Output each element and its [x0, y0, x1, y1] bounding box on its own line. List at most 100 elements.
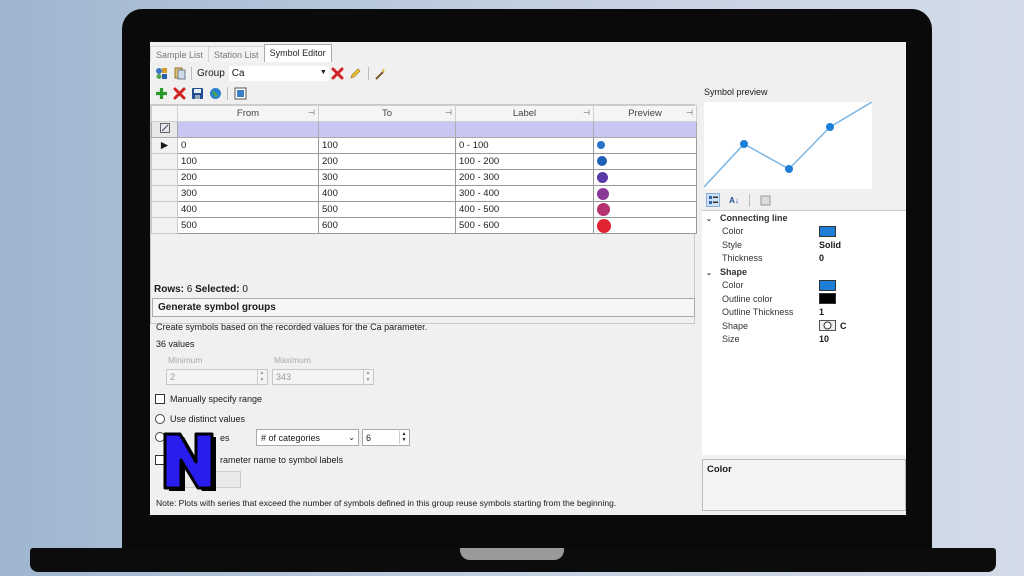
cell-label[interactable]: 300 - 400 — [455, 185, 594, 202]
cell-preview[interactable] — [593, 217, 697, 234]
group-select[interactable]: Ca ▼ — [228, 65, 329, 81]
column-header-preview[interactable]: Preview ⊣ — [593, 105, 697, 122]
cell-label[interactable]: 200 - 300 — [455, 169, 594, 186]
cell-to[interactable]: 300 — [318, 169, 456, 186]
property-value[interactable]: 10 — [819, 334, 829, 344]
category-connecting-line[interactable]: ⌄ Connecting line — [702, 211, 906, 225]
cell-preview[interactable] — [593, 201, 697, 218]
pin-icon[interactable]: ⊣ — [583, 108, 590, 117]
table-row[interactable]: ▶ 0 100 0 - 100 — [151, 137, 697, 154]
property-row-line-color[interactable]: Color — [702, 225, 906, 239]
filter-row — [151, 121, 697, 138]
filter-row-header[interactable] — [151, 121, 178, 138]
filter-cell-to[interactable] — [318, 121, 456, 138]
categories-count-spinner[interactable]: 6 ▲ ▼ — [362, 429, 410, 446]
cell-label[interactable]: 0 - 100 — [455, 137, 594, 154]
property-value[interactable]: C — [840, 321, 847, 331]
table-row[interactable]: 300 400 300 - 400 — [151, 185, 697, 202]
magic-wand-icon[interactable] — [374, 66, 388, 80]
color-swatch-shape[interactable] — [819, 279, 836, 291]
categories-select[interactable]: # of categories ⌄ — [256, 429, 359, 446]
delete-group-icon[interactable] — [331, 66, 345, 80]
current-row-indicator-icon: ▶ — [151, 137, 178, 154]
property-description: Color — [702, 459, 906, 511]
cell-preview[interactable] — [593, 169, 697, 186]
property-pages-icon[interactable] — [758, 193, 772, 207]
maximum-spinner[interactable]: 343 ▲ ▼ — [272, 369, 374, 385]
preview-symbol-point — [785, 165, 793, 173]
filter-cell-label[interactable] — [455, 121, 594, 138]
generate-header[interactable]: Generate symbol groups — [152, 298, 695, 317]
spinner-arrows-icon[interactable]: ▲ ▼ — [363, 370, 372, 384]
property-row-style[interactable]: Style Solid — [702, 238, 906, 252]
cell-label[interactable]: 500 - 600 — [455, 217, 594, 234]
add-icon[interactable] — [154, 86, 168, 100]
spinner-arrows-icon[interactable]: ▲ ▼ — [399, 431, 408, 444]
filter-cell-preview[interactable] — [593, 121, 697, 138]
chevron-down-icon[interactable]: ⌄ — [706, 215, 720, 223]
distinct-values-radio[interactable] — [155, 414, 165, 424]
filter-cell-from[interactable] — [177, 121, 319, 138]
color-swatch-outline[interactable] — [819, 293, 836, 305]
cell-from[interactable]: 500 — [177, 217, 319, 234]
property-row-shape[interactable]: Shape C — [702, 319, 906, 333]
cell-preview[interactable] — [593, 153, 697, 170]
globe-icon[interactable] — [208, 86, 222, 100]
color-swatch-line[interactable] — [819, 225, 836, 237]
rename-pencil-icon[interactable] — [349, 66, 363, 80]
cell-preview[interactable] — [593, 137, 697, 154]
property-label: Outline Thickness — [722, 307, 794, 318]
tab-symbol-editor[interactable]: Symbol Editor — [263, 44, 332, 62]
property-label: Thickness — [722, 253, 763, 264]
row-header — [151, 153, 178, 170]
property-value[interactable]: Solid — [819, 240, 841, 250]
cell-from[interactable]: 200 — [177, 169, 319, 186]
cell-label[interactable]: 400 - 500 — [455, 201, 594, 218]
sort-alphabetical-icon[interactable]: A↓ — [727, 193, 741, 207]
pin-icon[interactable]: ⊣ — [445, 108, 452, 117]
categorized-icon[interactable] — [706, 193, 720, 207]
table-row[interactable]: 200 300 200 - 300 — [151, 169, 697, 186]
property-value[interactable]: 0 — [819, 253, 824, 263]
save-icon[interactable] — [190, 86, 204, 100]
minimum-spinner[interactable]: 2 ▲ ▼ — [166, 369, 268, 385]
cell-preview[interactable] — [593, 185, 697, 202]
column-header-from[interactable]: From ⊣ — [177, 105, 319, 122]
table-row[interactable]: 400 500 400 - 500 — [151, 201, 697, 218]
copy-icon[interactable] — [172, 66, 186, 80]
property-value[interactable]: 1 — [819, 307, 824, 317]
palette-icon[interactable] — [233, 86, 247, 100]
cell-from[interactable]: 0 — [177, 137, 319, 154]
property-row-size[interactable]: Size 10 — [702, 333, 906, 347]
manual-range-checkbox[interactable] — [155, 394, 165, 404]
property-row-shape-color[interactable]: Color — [702, 279, 906, 293]
chevron-down-icon[interactable]: ⌄ — [706, 269, 720, 277]
property-row-outline-color[interactable]: Outline color — [702, 292, 906, 306]
cell-from[interactable]: 100 — [177, 153, 319, 170]
cell-to[interactable]: 600 — [318, 217, 456, 234]
symbol-preview-dot — [597, 187, 609, 200]
symbol-editor-app: Sample List Station List Symbol Editor G… — [150, 42, 906, 515]
column-header-to[interactable]: To ⊣ — [318, 105, 456, 122]
property-row-outline-thickness[interactable]: Outline Thickness 1 — [702, 306, 906, 320]
cell-to[interactable]: 500 — [318, 201, 456, 218]
property-row-thickness[interactable]: Thickness 0 — [702, 252, 906, 266]
pin-icon[interactable]: ⊣ — [686, 108, 693, 117]
cell-label[interactable]: 100 - 200 — [455, 153, 594, 170]
delete-icon[interactable] — [172, 86, 186, 100]
tab-sample-list[interactable]: Sample List — [150, 46, 210, 62]
category-shape[interactable]: ⌄ Shape — [702, 265, 906, 279]
symbols-icon[interactable] — [154, 66, 168, 80]
pin-icon[interactable]: ⊣ — [308, 108, 315, 117]
spinner-arrows-icon[interactable]: ▲ ▼ — [257, 370, 266, 384]
cell-to[interactable]: 400 — [318, 185, 456, 202]
tab-station-list[interactable]: Station List — [208, 46, 265, 62]
value-ranges-label: es — [220, 433, 230, 443]
cell-from[interactable]: 400 — [177, 201, 319, 218]
table-row[interactable]: 100 200 100 - 200 — [151, 153, 697, 170]
cell-to[interactable]: 200 — [318, 153, 456, 170]
cell-to[interactable]: 100 — [318, 137, 456, 154]
column-header-label-col[interactable]: Label ⊣ — [455, 105, 594, 122]
table-row[interactable]: 500 600 500 - 600 — [151, 217, 697, 234]
cell-from[interactable]: 300 — [177, 185, 319, 202]
